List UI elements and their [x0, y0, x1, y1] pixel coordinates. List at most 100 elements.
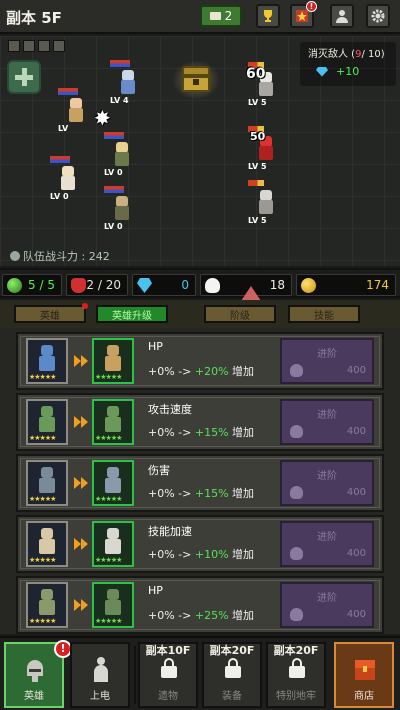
- upgrade-row: ★★★★★ ★★★★★ HP +0% -> +25% 增加 进阶 400: [16, 576, 384, 634]
- stat-name: HP: [148, 584, 163, 597]
- hit-effect: ✸: [94, 106, 111, 130]
- settings-button[interactable]: [366, 4, 390, 28]
- damage-number: 50: [250, 130, 266, 143]
- battle-field: 消灭敌人 (9/ 10) +10 LV LV 4 LV 0 LV 0 LV 0 …: [0, 36, 400, 266]
- potion-icon: [71, 278, 86, 293]
- nav-dungeon-locked[interactable]: 副本20F 特别地牢: [266, 642, 326, 708]
- trophy-button[interactable]: [256, 4, 280, 28]
- buff-icons: [8, 40, 65, 52]
- helmet-icon: [27, 660, 43, 682]
- buff-icon: [38, 40, 50, 52]
- stat-change: +0% -> +10% 增加: [148, 548, 255, 561]
- double-arrow-icon: [74, 599, 88, 611]
- profile-button[interactable]: [330, 4, 354, 28]
- double-arrow-icon: [74, 477, 88, 489]
- star-rating: ★★★★★: [29, 617, 56, 625]
- double-arrow-icon: [74, 538, 88, 550]
- nav-summon[interactable]: 上电: [70, 642, 130, 708]
- hero-card-current: ★★★★★: [26, 338, 68, 384]
- stat-change: +0% -> +15% 增加: [148, 487, 255, 500]
- gold-resource: 174: [296, 274, 396, 296]
- hero-card-next: ★★★★★: [92, 338, 134, 384]
- double-arrow-icon: [74, 355, 88, 367]
- stat-change: +0% -> +15% 增加: [148, 426, 255, 439]
- ticket-counter[interactable]: 2: [200, 5, 242, 27]
- ticket-count: 2: [224, 9, 233, 23]
- energy-orb-icon: [7, 278, 22, 293]
- tab-hero[interactable]: 英雄: [14, 303, 88, 323]
- advance-button[interactable]: 进阶 400: [280, 399, 374, 445]
- power-icon: [10, 251, 20, 261]
- upgrade-row: ★★★★★ ★★★★★ HP +0% -> +20% 增加 进阶 400: [16, 332, 384, 390]
- tab-skill[interactable]: 技能: [288, 305, 360, 323]
- nav-shop[interactable]: 商店: [334, 642, 394, 708]
- skull-icon: [205, 278, 220, 293]
- ticket-icon: [209, 12, 221, 20]
- gem-icon: [137, 278, 152, 293]
- star-rating: ★★★★★: [95, 556, 122, 564]
- buff-icon: [8, 40, 20, 52]
- event-badge: !: [306, 1, 317, 12]
- buff-icon: [53, 40, 65, 52]
- nav-hero[interactable]: 英雄 !: [4, 640, 72, 708]
- star-rating: ★★★★★: [29, 434, 56, 442]
- kill-progress-panel: 消灭敌人 (9/ 10) +10: [300, 42, 396, 86]
- gear-icon: [371, 9, 385, 23]
- stat-change: +0% -> +25% 增加: [148, 609, 255, 622]
- kill-progress: 消灭敌人 (9/ 10): [308, 49, 385, 60]
- stat-name: 攻击速度: [148, 403, 192, 416]
- skull-icon: [290, 425, 303, 438]
- stage-title: 副本 5F: [6, 9, 62, 27]
- nav-equip-locked[interactable]: 副本20F 装备: [202, 642, 262, 708]
- skull-icon: [290, 547, 303, 560]
- star-rating: ★★★★★: [29, 373, 56, 381]
- hero-card-current: ★★★★★: [26, 460, 68, 506]
- energy-resource: 5 / 5: [2, 274, 62, 296]
- ally-unit: LV 0: [104, 132, 140, 177]
- advance-button[interactable]: 进阶 400: [280, 582, 374, 628]
- bottom-nav: 英雄 ! 上电 副本10F 遗物 副本20F 装备 副本20F 特别地牢 商店: [0, 636, 400, 710]
- skull-icon: [290, 364, 303, 377]
- skull-icon: [290, 608, 303, 621]
- advance-button[interactable]: 进阶 400: [280, 338, 374, 384]
- profile-icon: [336, 10, 348, 23]
- upgrade-tabs: 英雄 英雄升级 阶级 技能: [0, 300, 400, 328]
- lock-icon: [289, 658, 305, 678]
- shop-chest-icon: [355, 660, 375, 680]
- advance-button[interactable]: 进阶 400: [280, 460, 374, 506]
- hero-card-next: ★★★★★: [92, 582, 134, 628]
- stat-change: +0% -> +20% 增加: [148, 365, 255, 378]
- tab-rank[interactable]: 阶级: [204, 305, 276, 323]
- tab-hero-upgrade[interactable]: 英雄升级: [96, 305, 168, 323]
- star-rating: ★★★★★: [29, 495, 56, 503]
- top-bar: 副本 5F 2 !: [0, 0, 400, 34]
- hero-card-current: ★★★★★: [26, 521, 68, 567]
- damage-number: 60: [246, 66, 266, 82]
- ally-unit: LV 0: [104, 186, 140, 231]
- nav-relic-locked[interactable]: 副本10F 遗物: [138, 642, 198, 708]
- buff-icon: [23, 40, 35, 52]
- treasure-chest[interactable]: [172, 60, 220, 100]
- upgrade-list: ★★★★★ ★★★★★ HP +0% -> +20% 增加 进阶 400 ★★★…: [0, 328, 400, 634]
- ally-unit: LV: [58, 88, 94, 133]
- hero-card-next: ★★★★★: [92, 521, 134, 567]
- notification-dot: [82, 303, 88, 309]
- event-button[interactable]: !: [290, 1, 317, 28]
- enemy-unit: LV 5: [248, 180, 284, 225]
- hero-card-next: ★★★★★: [92, 460, 134, 506]
- advance-button[interactable]: 进阶 400: [280, 521, 374, 567]
- trophy-icon: [264, 10, 272, 22]
- team-power: 队伍战斗力 : 242: [10, 248, 110, 264]
- add-hero-button[interactable]: [7, 60, 41, 94]
- gold-coin-icon: [301, 278, 316, 293]
- skull-icon: [290, 486, 303, 499]
- hero-card-current: ★★★★★: [26, 399, 68, 445]
- gem-icon: [316, 66, 328, 77]
- ally-unit: LV 0: [50, 156, 86, 201]
- star-rating: ★★★★★: [95, 495, 122, 503]
- stat-name: 伤害: [148, 464, 170, 477]
- stat-name: 技能加速: [148, 525, 192, 538]
- lock-icon: [161, 658, 177, 678]
- lock-icon: [225, 658, 241, 678]
- upgrade-row: ★★★★★ ★★★★★ 技能加速 +0% -> +10% 增加 进阶 400: [16, 515, 384, 573]
